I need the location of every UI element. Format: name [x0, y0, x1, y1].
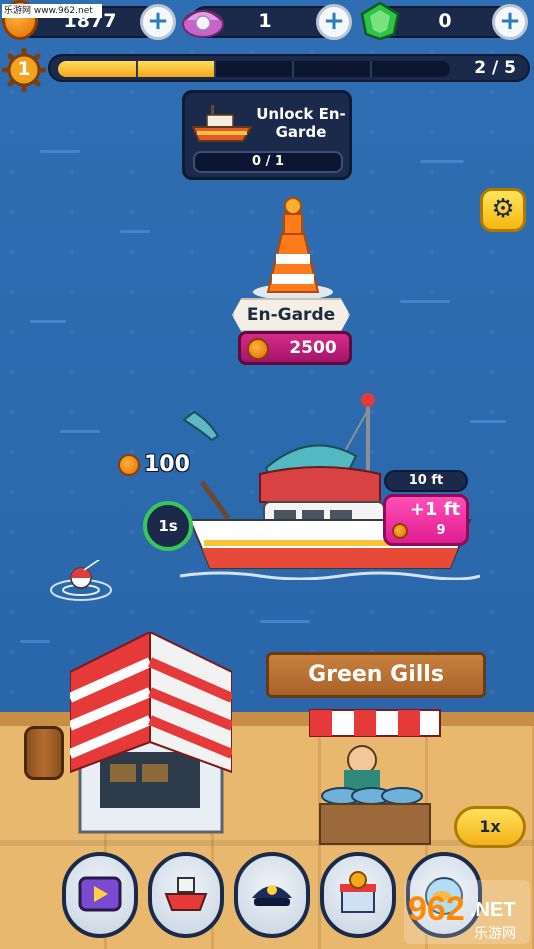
progress-divider: [370, 61, 372, 77]
lighthouse-buoy-icon: [253, 197, 333, 300]
svg-text:乐游网: 乐游网: [474, 926, 516, 942]
captain-hat-icon: [252, 885, 292, 906]
coin-icon: [247, 338, 269, 360]
fish-shop-sign[interactable]: Green Gills: [266, 652, 486, 698]
watermark-text: 乐游网 www.962.net: [2, 4, 102, 18]
wave: [400, 300, 450, 303]
wave: [120, 230, 150, 233]
wave: [30, 320, 66, 323]
wave: [40, 150, 80, 153]
upgrade-depth-button[interactable]: +1 ft 9: [383, 494, 469, 546]
nav-captain-button[interactable]: [234, 852, 310, 938]
wave: [420, 160, 464, 163]
svg-text:962: 962: [408, 890, 465, 928]
progress-divider: [292, 61, 294, 77]
fish-stall[interactable]: [300, 700, 450, 850]
barrel: [24, 726, 64, 780]
store-icon: [340, 871, 376, 913]
speed-multiplier-button[interactable]: 1x: [454, 806, 526, 848]
coin-icon: [118, 454, 140, 476]
fishing-bobber-icon: [50, 560, 112, 601]
unlock-quest-panel[interactable]: Unlock En-Garde 0 / 1: [182, 90, 352, 180]
dock-shadow: [0, 840, 534, 846]
gem-icon: [360, 2, 400, 40]
wave: [260, 620, 310, 623]
unlock-title: Unlock En-Garde: [256, 105, 346, 141]
destination-name: En-Garde: [232, 298, 350, 332]
progress-divider: [214, 61, 216, 77]
unlock-destination-button[interactable]: 2500: [238, 331, 352, 365]
add-pearls-button[interactable]: +: [316, 4, 352, 40]
nav-shop-button[interactable]: [320, 852, 396, 938]
destination-price: 2500: [289, 338, 337, 358]
unlock-progress: 0 / 1: [193, 151, 343, 173]
catch-timer: 1s: [143, 501, 193, 551]
level-number: 1: [17, 58, 31, 80]
level-progress-bar: 2 / 5: [48, 54, 530, 82]
progress-text: 2 / 5: [474, 58, 516, 78]
boat-icon: [164, 877, 208, 911]
tv-icon: [78, 876, 122, 912]
wave: [60, 430, 100, 433]
upgrade-cost: 9: [436, 523, 446, 538]
add-coins-button[interactable]: +: [140, 4, 176, 40]
coin-icon: [392, 523, 408, 539]
progress-divider: [136, 61, 138, 77]
gem-amount: 0: [438, 10, 452, 32]
upgrade-amount: +1 ft: [409, 499, 461, 520]
storage-shed[interactable]: [70, 632, 232, 838]
settings-button[interactable]: ⚙: [480, 188, 526, 232]
wave: [20, 640, 50, 643]
depth-label: 10 ft: [384, 470, 468, 492]
site-logo-watermark: 962 .NET 乐游网: [404, 880, 530, 944]
catch-amount: 100: [144, 452, 190, 477]
gear-icon: ⚙: [491, 194, 515, 224]
progress-track: [58, 61, 450, 77]
pearl-shell-icon: [182, 10, 224, 38]
nav-boats-button[interactable]: [148, 852, 224, 938]
pearl-amount: 1: [258, 10, 272, 32]
nav-tv-ads-button[interactable]: [62, 852, 138, 938]
add-gems-button[interactable]: +: [492, 4, 528, 40]
fishing-boat-icon: [191, 105, 253, 142]
svg-text:.NET: .NET: [470, 899, 516, 921]
